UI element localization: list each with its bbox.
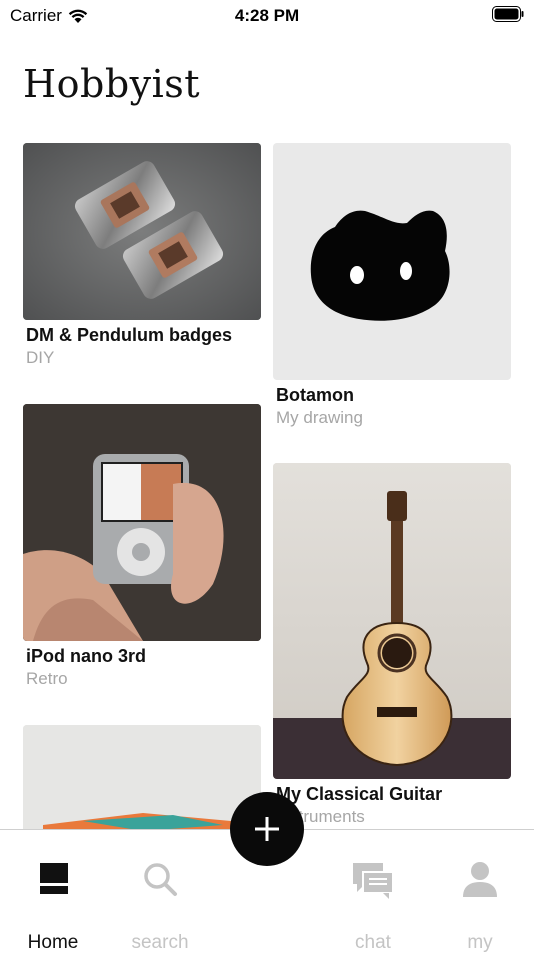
card-title: My Classical Guitar bbox=[276, 784, 443, 804]
card-image bbox=[23, 404, 261, 641]
feed-card[interactable]: My Classical Guitar Instruments bbox=[273, 463, 511, 833]
search-icon bbox=[144, 863, 177, 896]
feed-card[interactable]: DM & Pendulum badges DIY bbox=[23, 143, 261, 368]
card-category: DIY bbox=[26, 348, 55, 367]
card-category: My drawing bbox=[276, 408, 363, 427]
status-bar: Carrier 4:28 PM bbox=[0, 0, 534, 30]
card-image bbox=[273, 463, 511, 779]
card-image bbox=[23, 725, 261, 830]
chat-icon bbox=[353, 863, 394, 899]
card-image bbox=[23, 143, 261, 320]
card-category: Retro bbox=[26, 669, 68, 688]
add-post-button[interactable] bbox=[230, 792, 304, 866]
feed-card[interactable]: iPod nano 3rd Retro bbox=[23, 404, 261, 694]
card-image bbox=[273, 143, 511, 380]
feed-card[interactable] bbox=[23, 725, 261, 830]
card-title: Botamon bbox=[276, 385, 354, 405]
card-title: iPod nano 3rd bbox=[26, 646, 147, 666]
tab-my[interactable]: my bbox=[430, 860, 530, 953]
home-icon bbox=[40, 863, 68, 894]
card-title: DM & Pendulum badges bbox=[26, 325, 233, 345]
guitar-photo bbox=[273, 463, 511, 779]
tab-label: chat bbox=[355, 932, 391, 953]
plus-icon bbox=[255, 817, 279, 841]
app-title: Hobbyist bbox=[23, 62, 201, 106]
profile-icon bbox=[463, 862, 497, 897]
tab-label: Home bbox=[27, 932, 79, 953]
partial-photo bbox=[23, 725, 261, 830]
tab-home[interactable]: Home bbox=[3, 860, 103, 953]
battery-icon bbox=[492, 6, 524, 22]
clock: 4:28 PM bbox=[234, 6, 300, 25]
tab-chat[interactable]: chat bbox=[323, 860, 423, 953]
botamon-drawing bbox=[310, 210, 450, 321]
ipod-photo bbox=[23, 404, 261, 641]
feed-card[interactable]: Botamon My drawing bbox=[273, 143, 511, 428]
tab-label: my bbox=[467, 932, 493, 953]
tab-label: search bbox=[131, 932, 189, 953]
badges-photo bbox=[23, 143, 261, 320]
tab-search[interactable]: search bbox=[110, 860, 210, 953]
